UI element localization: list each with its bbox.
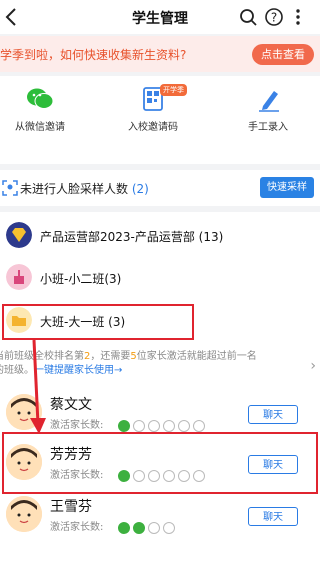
top-bar: 学生管理 ? — [0, 0, 320, 34]
help-icon[interactable]: ? — [264, 7, 284, 27]
school-invite-code-button[interactable]: 开学季 入校邀请码 — [103, 84, 203, 133]
invite-options: 从微信邀请 开学季 入校邀请码 手工录入 — [0, 76, 320, 164]
wechat-icon — [27, 88, 54, 109]
more-icon[interactable] — [288, 7, 308, 27]
wechat-invite-label: 从微信邀请 — [15, 122, 65, 133]
svg-text:?: ? — [271, 11, 277, 25]
banner-text: 开学季到啦，如何快速收集新生资料? — [0, 48, 187, 62]
face-sampling-row: 未进行人脸采样人数 (2) 快速采样 — [0, 170, 320, 206]
face-sampling-label: 未进行人脸采样人数 (2) — [20, 182, 149, 196]
manual-entry-button[interactable]: 手工录入 — [218, 86, 318, 133]
school-invite-code-label: 入校邀请码 — [128, 122, 178, 133]
annotation-arrow — [30, 339, 46, 434]
wechat-invite-button[interactable]: 从微信邀请 — [0, 86, 90, 133]
face-sampling-count: (2) — [131, 182, 149, 196]
face-scan-icon — [2, 180, 18, 196]
manual-entry-label: 手工录入 — [248, 122, 288, 133]
banner-view-button[interactable]: 点击查看 — [252, 44, 314, 65]
class-list: 产品运营部2023-产品运营部 (13) 小班-小二班(3) 大班-大一班 (3… — [0, 212, 320, 564]
search-icon[interactable] — [238, 7, 258, 27]
promo-banner: 开学季到啦，如何快速收集新生资料? 点击查看 — [0, 36, 320, 72]
pencil-icon — [259, 91, 279, 112]
season-badge: 开学季 — [160, 84, 187, 96]
quick-sampling-button[interactable]: 快速采样 — [260, 177, 314, 198]
